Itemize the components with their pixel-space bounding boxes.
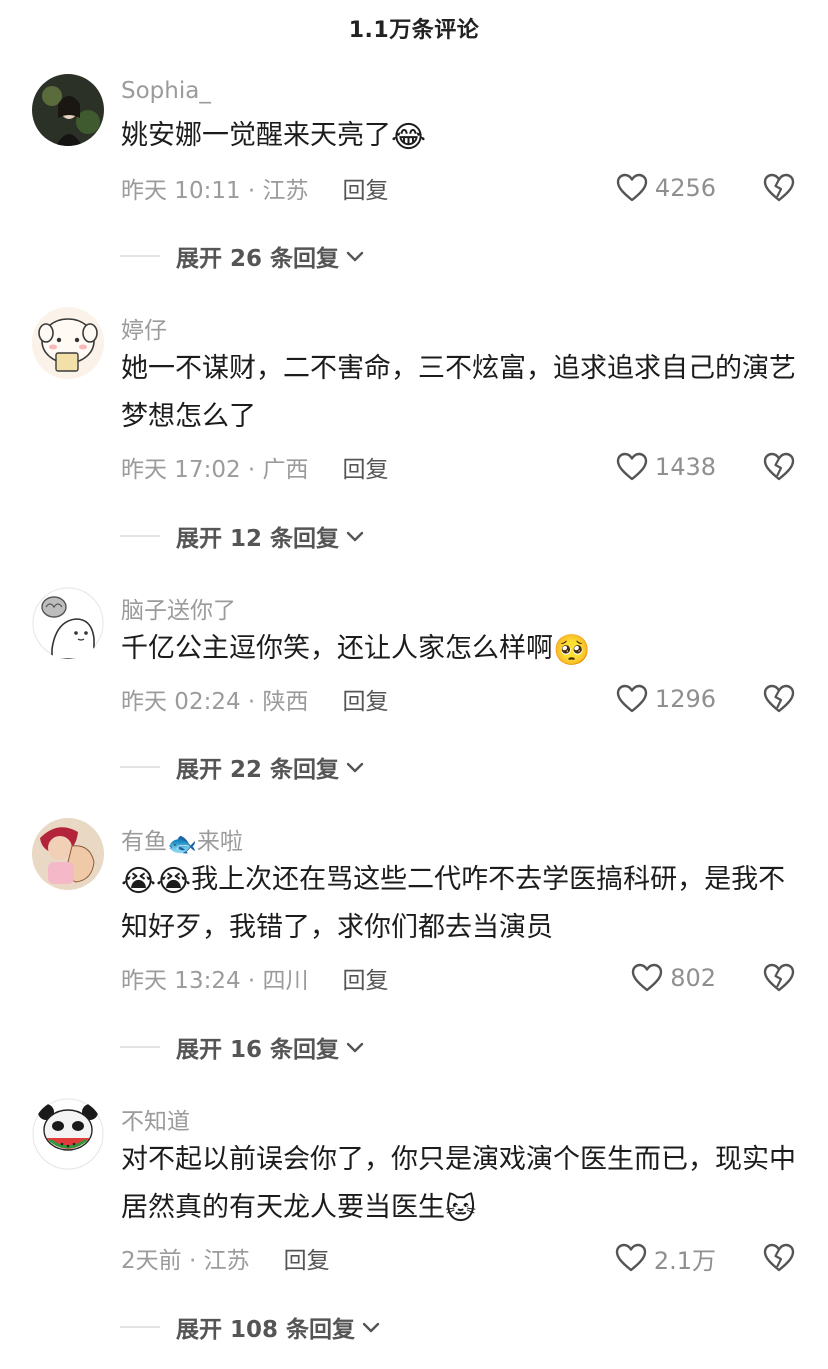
like-count: 1438	[654, 453, 716, 481]
heart-icon	[614, 1242, 648, 1274]
heart-icon	[615, 451, 649, 483]
broken-heart-icon[interactable]	[762, 451, 796, 483]
expand-replies-label: 展开 26 条回复	[176, 246, 340, 272]
like-button[interactable]: 1438	[615, 451, 716, 483]
comment-meta: 昨天 17:02 · 广西 回复	[121, 451, 389, 483]
comment-text: 对不起以前误会你了，你只是演戏演个医生而已，现实中居然真的有天龙人要当医生🐱	[121, 1144, 796, 1227]
divider	[120, 535, 160, 537]
comment-meta: 昨天 02:24 · 陕西 回复	[121, 683, 389, 715]
like-button[interactable]: 2.1万	[614, 1242, 716, 1275]
chevron-down-icon	[345, 529, 365, 543]
pleading-face-emoji: 🥺	[553, 633, 591, 668]
divider	[120, 1046, 160, 1048]
chevron-down-icon	[345, 249, 365, 263]
like-button[interactable]: 802	[630, 962, 716, 994]
expand-replies-button[interactable]: 展开 22 条回复	[120, 751, 365, 783]
expand-replies-label: 展开 108 条回复	[176, 1317, 356, 1343]
avatar[interactable]	[32, 1098, 104, 1170]
reply-button[interactable]: 回复	[284, 1241, 330, 1275]
reply-button[interactable]: 回复	[343, 450, 389, 484]
like-count: 4256	[654, 174, 716, 202]
avatar[interactable]	[32, 307, 104, 379]
timestamp-location: 昨天 02:24 · 陕西	[121, 689, 309, 715]
comments-header: 1.1万条评论	[0, 0, 828, 56]
reply-button[interactable]: 回复	[343, 682, 389, 716]
heart-icon	[630, 962, 664, 994]
broken-heart-icon[interactable]	[762, 683, 796, 715]
expand-replies-label: 展开 16 条回复	[176, 1037, 340, 1063]
comment-text: 千亿公主逗你笑，还让人家怎么样啊🥺	[121, 633, 591, 668]
cat-emoji: 🐱	[445, 1192, 477, 1227]
heart-icon	[615, 683, 649, 715]
broken-heart-icon[interactable]	[762, 1242, 796, 1274]
comment-meta: 昨天 10:11 · 江苏 回复	[121, 172, 389, 204]
chevron-down-icon	[361, 1320, 381, 1334]
comment-meta: 2天前 · 江苏 回复	[121, 1242, 330, 1274]
expand-replies-label: 展开 12 条回复	[176, 526, 340, 552]
divider	[120, 255, 160, 257]
expand-replies-button[interactable]: 展开 108 条回复	[120, 1311, 381, 1343]
reply-button[interactable]: 回复	[343, 961, 389, 995]
expand-replies-label: 展开 22 条回复	[176, 757, 340, 783]
broken-heart-icon[interactable]	[762, 962, 796, 994]
expand-replies-button[interactable]: 展开 26 条回复	[120, 240, 365, 272]
broken-heart-icon[interactable]	[762, 172, 796, 204]
comment-text: 姚安娜一觉醒来天亮了😂	[121, 120, 427, 155]
username[interactable]: 有鱼🐟来啦	[121, 822, 243, 856]
chevron-down-icon	[345, 760, 365, 774]
expand-replies-button[interactable]: 展开 12 条回复	[120, 520, 365, 552]
chevron-down-icon	[345, 1040, 365, 1054]
like-button[interactable]: 1296	[615, 683, 716, 715]
username[interactable]: 婷仔	[121, 311, 167, 345]
heart-icon	[615, 172, 649, 204]
crying-face-emoji: 😭😭	[121, 864, 192, 899]
comment-count-title: 1.1万条评论	[348, 18, 480, 43]
timestamp-location: 昨天 17:02 · 广西	[121, 457, 309, 483]
reply-button[interactable]: 回复	[343, 171, 389, 205]
like-count: 1296	[654, 685, 716, 713]
avatar[interactable]	[32, 587, 104, 659]
comment-text: 😭😭我上次还在骂这些二代咋不去学医搞科研，是我不知好歹，我错了，求你们都去当演员	[121, 864, 786, 943]
timestamp-location: 昨天 10:11 · 江苏	[121, 178, 309, 204]
username[interactable]: 不知道	[121, 1102, 190, 1136]
like-count: 2.1万	[653, 1246, 716, 1275]
timestamp-location: 2天前 · 江苏	[121, 1248, 250, 1274]
comment-meta: 昨天 13:24 · 四川 回复	[121, 962, 389, 994]
comment-text: 她一不谋财，二不害命，三不炫富，追求追求自己的演艺梦想怎么了	[121, 353, 796, 432]
divider	[120, 766, 160, 768]
like-button[interactable]: 4256	[615, 172, 716, 204]
username[interactable]: 脑子送你了	[121, 591, 236, 625]
username[interactable]: Sophia_	[121, 78, 211, 104]
avatar[interactable]	[32, 818, 104, 890]
expand-replies-button[interactable]: 展开 16 条回复	[120, 1031, 365, 1063]
like-count: 802	[670, 964, 716, 992]
fish-emoji: 🐟	[167, 830, 197, 858]
avatar[interactable]	[32, 74, 104, 146]
timestamp-location: 昨天 13:24 · 四川	[121, 968, 309, 994]
divider	[120, 1326, 160, 1328]
laughing-emoji: 😂	[391, 120, 427, 155]
